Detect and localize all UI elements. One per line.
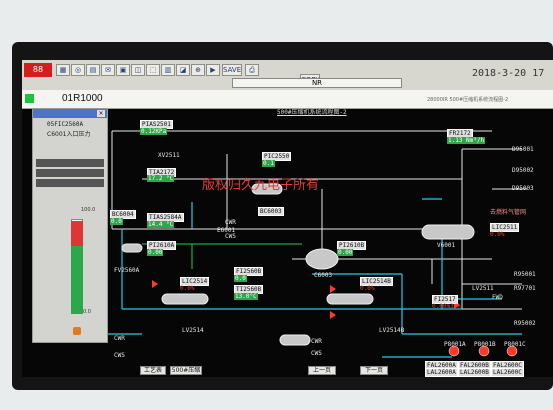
faceplate-field-pv — [36, 159, 104, 167]
lic2511-value: 0.0% — [490, 231, 505, 238]
lal2600c-tag[interactable]: LAL2600C — [491, 368, 524, 377]
faceplate-close-icon[interactable]: × — [97, 110, 105, 117]
p8001b-label: P8001B — [474, 341, 496, 348]
xv2511-label: XV2511 — [158, 152, 180, 159]
faceplate-tag: 05FIC2560A — [47, 121, 84, 128]
fr2172-value: 1.13 Nm³/h — [447, 137, 486, 144]
separator[interactable] — [279, 334, 311, 346]
toolbar-button-8[interactable]: ▥ — [161, 64, 175, 76]
faceplate-header[interactable] — [33, 109, 107, 118]
lic2514-value: 0.0% — [180, 285, 195, 292]
fwd-label: FWD — [492, 294, 503, 301]
faceplate-field-sv — [36, 169, 104, 177]
r95001-label: R95001 — [514, 271, 536, 278]
tia2172-value: 17.2 °C — [147, 175, 175, 182]
faceplate-scale-bottom: 0.0 — [83, 309, 91, 315]
tias2584a-value: 14.4 °C — [147, 221, 175, 228]
toolbar-button-11[interactable]: ▶ — [206, 64, 220, 76]
fv2560a-label: FV2560A — [114, 267, 140, 274]
toolbar-button-3[interactable]: ▤ — [86, 64, 100, 76]
fi2560b-value: 0.0 — [234, 275, 247, 282]
lal2600a-tag[interactable]: LAL2600A — [425, 368, 458, 377]
d95001-label: D95001 — [512, 146, 534, 153]
r95002-label: R95002 — [514, 320, 536, 327]
cws-label-3: CWS — [311, 350, 322, 357]
toolbar-button-1[interactable]: ▦ — [56, 64, 70, 76]
toolbar-button-2[interactable]: ◎ — [71, 64, 85, 76]
faceplate-desc: C6001入口压力 — [47, 131, 91, 138]
r97701-label: R97701 — [514, 285, 536, 292]
d95002-label: D95002 — [512, 167, 534, 174]
knockout-drum[interactable] — [121, 243, 143, 253]
cooler-b[interactable] — [326, 293, 374, 305]
diagram-title: 500#压缩机系统流程图-2 — [277, 109, 347, 116]
lv2514-label: LV2514 — [182, 327, 204, 334]
cwr-label-2: CWR — [114, 335, 125, 342]
faceplate-bar-red — [71, 221, 83, 246]
toolbar-button-4[interactable]: ✉ — [101, 64, 115, 76]
p8001c-label: P8001C — [504, 341, 526, 348]
toolbar-button-6[interactable]: ◫ — [131, 64, 145, 76]
faceplate-scale-top: 100.0 — [81, 207, 96, 213]
lic2514b-value: 0.0% — [360, 285, 375, 292]
fi2517-value: 0.00m3/h — [432, 303, 461, 310]
faceplate-bar-green — [71, 246, 83, 314]
bc6004-value: 0.0 — [110, 218, 123, 225]
lv2511-label: LV2511 — [472, 285, 494, 292]
gas-out-label: 去燃料气管网 — [490, 209, 527, 216]
window-caption: 28000IR 500#压缩机系统流程图-2 — [427, 97, 509, 103]
tag-input[interactable]: 01R1000 — [62, 93, 103, 104]
tag-bar: 01R1000 28000IR 500#压缩机系统流程图-2 — [22, 90, 553, 109]
datetime: 2018-3-20 17 — [472, 68, 545, 79]
pi2610a-value: 0.00 — [147, 249, 164, 256]
alarm-indicator[interactable]: 88 — [24, 63, 52, 77]
watermark: 版权归久九电子所有 — [202, 178, 320, 193]
save-button[interactable]: SAVE — [222, 64, 242, 76]
e6001-label: E6001 — [217, 227, 236, 234]
cooler-a[interactable] — [161, 293, 209, 305]
mode-field[interactable]: NR — [232, 78, 402, 88]
toolbar-button-10[interactable]: ⊕ — [191, 64, 205, 76]
print-button[interactable]: ⎙ — [245, 64, 259, 76]
status-square — [25, 94, 34, 103]
cws-label-2: CWS — [114, 352, 125, 359]
toolbar-button-7[interactable]: ⬚ — [146, 64, 160, 76]
pias2501-value: 0.12KPa — [140, 128, 168, 135]
ti2560b-value: 13.0°C — [234, 293, 258, 300]
vessel-v6001[interactable] — [421, 224, 475, 240]
toolbar-button-5[interactable]: ▣ — [116, 64, 130, 76]
faceplate-field-mv — [36, 179, 104, 187]
cwr-label-1: CWR — [225, 219, 236, 226]
p8001a-label: P8001A — [444, 341, 466, 348]
prev-page-button[interactable]: 上一页 — [308, 366, 336, 375]
v6001-label: V6001 — [437, 242, 456, 249]
toolbar-button-9[interactable]: ◪ — [176, 64, 190, 76]
pi2610b-value: 0.00 — [337, 249, 354, 256]
bc6003-tag[interactable]: BC6003 — [258, 207, 284, 216]
c6003-label: C6003 — [314, 272, 333, 279]
lal2600b-tag[interactable]: LAL2600B — [458, 368, 491, 377]
faceplate-ack-icon[interactable] — [73, 327, 81, 335]
pic2550-value: 0.1 — [262, 160, 275, 167]
nav-button-1[interactable]: 工艺表 — [140, 366, 166, 375]
cws-label-1: CWS — [225, 233, 236, 240]
next-page-button[interactable]: 下一页 — [360, 366, 388, 375]
cwr-label-3: CWR — [311, 338, 322, 345]
faceplate-popup[interactable]: × 05FIC2560A C6001入口压力 100.0 0.0 — [32, 108, 108, 343]
lv2514b-label: LV2514B — [379, 327, 405, 334]
toolbar: 88 ▦ ◎ ▤ ✉ ▣ ◫ ⬚ ▥ ◪ ⊕ ▶ SAVE ⎙ COPY NR … — [22, 60, 553, 90]
nav-button-2[interactable]: 500#压缩 — [170, 366, 202, 375]
compressor-c6003[interactable] — [305, 248, 339, 270]
d95003-label: D95003 — [512, 185, 534, 192]
